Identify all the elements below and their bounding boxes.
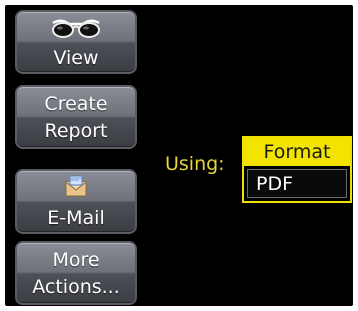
view-button-label: View: [53, 47, 99, 69]
email-button[interactable]: E-Mail: [15, 169, 137, 234]
format-value-field[interactable]: PDF: [247, 169, 347, 198]
more-actions-button[interactable]: More Actions...: [15, 241, 137, 305]
view-button[interactable]: View: [15, 10, 137, 74]
email-button-label: E-Mail: [47, 207, 105, 229]
create-report-label-line1: Create: [44, 93, 108, 115]
report-panel: View Create Report E-Mail More Actions..…: [5, 5, 353, 306]
create-report-button[interactable]: Create Report: [15, 85, 137, 149]
using-label: Using:: [165, 153, 225, 175]
glasses-icon: [17, 12, 135, 44]
more-actions-label-line1: More: [52, 249, 100, 271]
more-actions-label-line2: Actions...: [32, 276, 120, 298]
format-header: Format: [244, 138, 350, 166]
envelope-icon: [17, 171, 135, 203]
format-selector[interactable]: Format PDF: [242, 136, 352, 203]
create-report-label-line2: Report: [44, 120, 108, 142]
